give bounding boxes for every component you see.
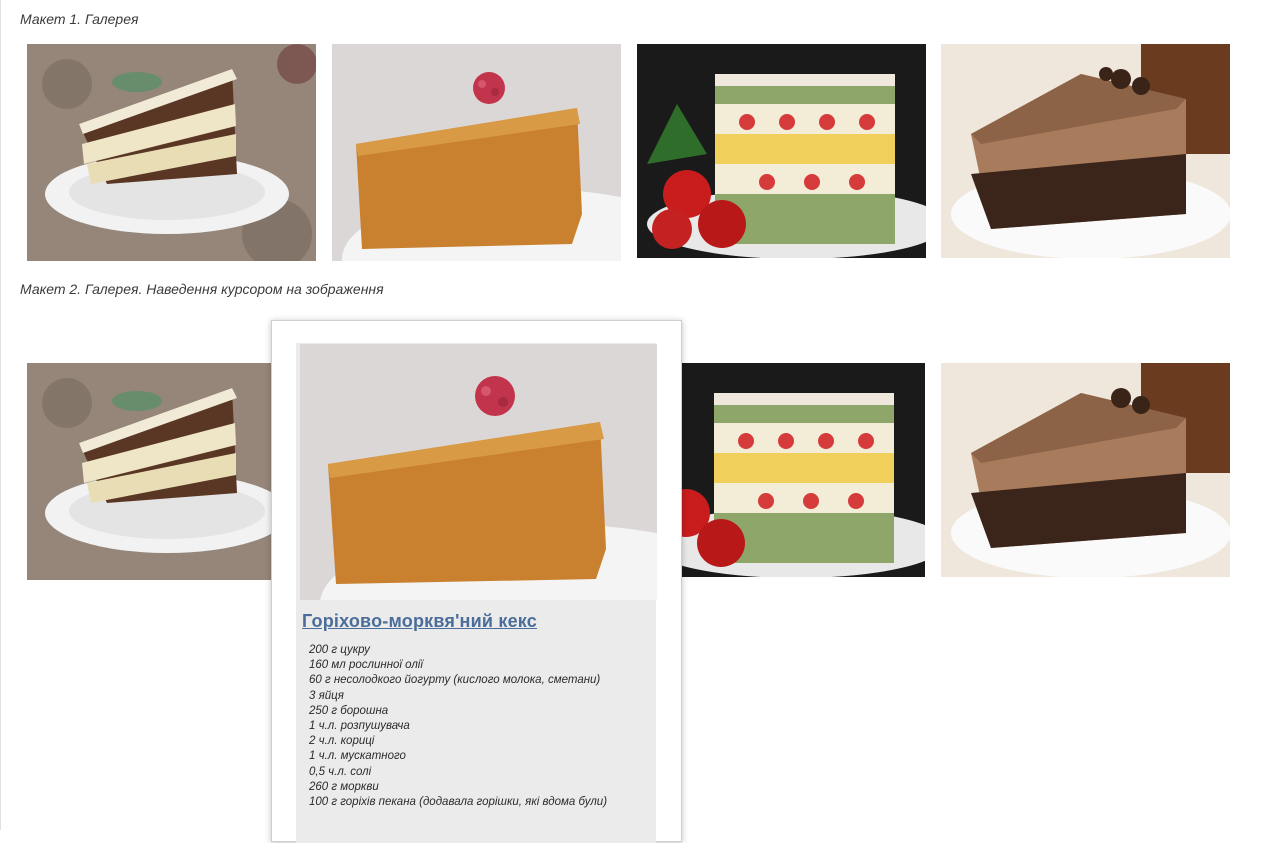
layered-cake-photo	[27, 44, 316, 261]
ingredient-item: 60 г несолодкого йогурту (кислого молока…	[309, 674, 601, 687]
ingredient-item: 260 г моркви	[309, 780, 379, 793]
ingredient-item: 100 г горіхів пекана (додавала горішки, …	[309, 796, 608, 809]
gallery1-image-carrot-cake[interactable]	[332, 44, 621, 261]
gallery1-image-strawberry-cake[interactable]	[637, 44, 926, 258]
ingredient-item: 0,5 ч.л. солі	[309, 765, 372, 778]
ingredient-item: 160 мл рослинної олії	[309, 659, 423, 672]
hover-popup-card[interactable]: Горіхово-морквя'ний кекс 200 г цукру 160…	[271, 320, 682, 843]
layered-cake-photo	[27, 363, 271, 580]
gallery1-image-chocolate-cake[interactable]	[941, 44, 1230, 258]
strawberry-cake-photo	[681, 363, 925, 577]
ingredient-item: 1 ч.л. мускатного	[309, 750, 406, 763]
carrot-nut-cake-photo	[300, 344, 657, 600]
strawberry-cake-photo	[637, 44, 926, 258]
gallery1-image-layered-cake[interactable]	[27, 44, 316, 261]
ingredient-item: 200 г цукру	[309, 644, 370, 656]
gallery2-image-strawberry-cake[interactable]	[681, 363, 925, 577]
ingredients-list: 200 г цукру 160 мл рослинної олії 60 г н…	[309, 643, 639, 810]
recipe-title-link[interactable]: Горіхово-морквя'ний кекс	[302, 611, 537, 632]
carrot-nut-cake-photo	[332, 44, 621, 261]
ingredient-item: 250 г борошна	[309, 704, 389, 717]
ingredient-item: 1 ч.л. розпушувача	[309, 720, 410, 733]
popup-content: Горіхово-морквя'ний кекс 200 г цукру 160…	[296, 343, 657, 843]
layout1-caption: Макет 1. Галерея	[20, 11, 139, 27]
page-left-border	[0, 0, 1, 830]
chocolate-mousse-cake-photo	[941, 44, 1230, 258]
ingredient-item: 2 ч.л. кориці	[309, 735, 375, 748]
ingredient-item: 3 яйця	[309, 689, 344, 702]
chocolate-mousse-cake-photo	[941, 363, 1230, 577]
gallery2-image-chocolate-cake[interactable]	[941, 363, 1230, 577]
layout2-caption: Макет 2. Галерея. Наведення курсором на …	[20, 281, 384, 297]
gallery2-image-layered-cake[interactable]	[27, 363, 271, 580]
popup-image-carrot-cake[interactable]	[300, 344, 657, 600]
